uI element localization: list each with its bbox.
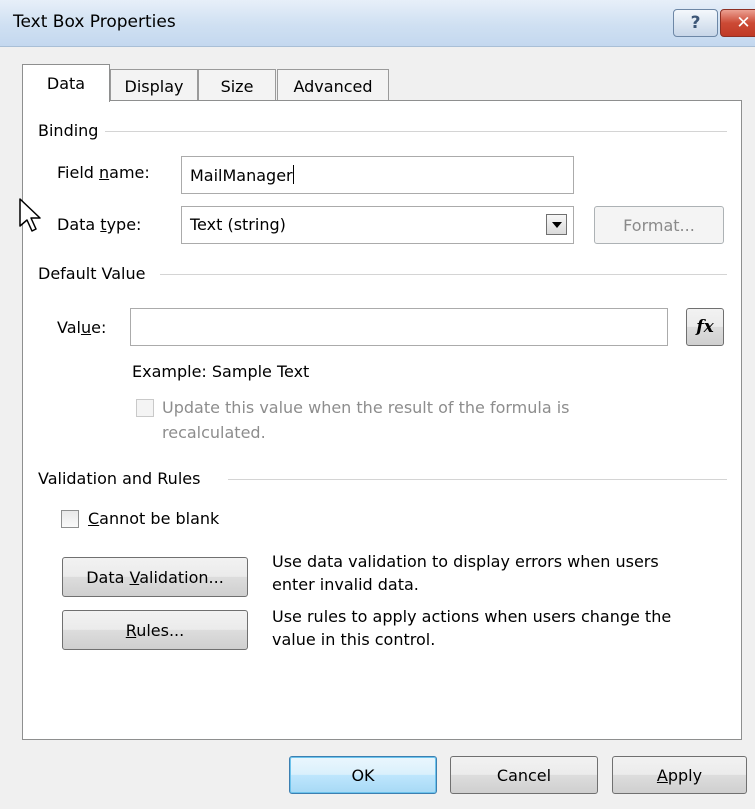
data-validation-button[interactable]: Data Validation...: [62, 557, 248, 597]
rules-button[interactable]: Rules...: [62, 610, 248, 650]
binding-divider: [105, 131, 727, 132]
close-button[interactable]: ✕: [720, 9, 755, 37]
value-label: Value:: [57, 318, 107, 337]
validation-group-title: Validation and Rules: [38, 469, 201, 488]
rules-description-line2: value in this control.: [272, 630, 436, 649]
update-value-label-line1: Update this value when the result of the…: [162, 398, 570, 417]
data-validation-button-label: Data Validation...: [86, 567, 224, 587]
tab-display-label: Display: [124, 76, 184, 96]
field-name-value: MailManager: [190, 166, 293, 185]
data-type-select[interactable]: Text (string): [181, 206, 574, 244]
data-type-label: Data type:: [57, 215, 142, 234]
fx-icon: fx: [696, 317, 714, 337]
ok-button-label: OK: [351, 765, 375, 785]
tab-display[interactable]: Display: [110, 69, 198, 102]
apply-button-label: Apply: [656, 765, 703, 785]
close-icon: ✕: [736, 13, 751, 33]
text-caret: [292, 165, 294, 184]
help-icon: ?: [690, 13, 701, 33]
tab-data[interactable]: Data: [22, 64, 110, 102]
cannot-be-blank-checkbox[interactable]: [61, 510, 79, 528]
update-value-checkbox[interactable]: [136, 399, 154, 417]
tab-size[interactable]: Size: [198, 69, 276, 102]
format-button[interactable]: Format...: [594, 206, 724, 244]
default-value-group-title: Default Value: [38, 264, 146, 283]
help-button[interactable]: ?: [673, 9, 718, 37]
field-name-label: Field name:: [57, 163, 150, 182]
data-validation-description-line1: Use data validation to display errors wh…: [272, 552, 659, 571]
tab-size-label: Size: [220, 76, 254, 96]
format-button-label: Format...: [623, 215, 695, 235]
data-validation-description-line2: enter invalid data.: [272, 575, 419, 594]
tab-advanced[interactable]: Advanced: [277, 69, 389, 102]
binding-group-title: Binding: [38, 121, 99, 140]
text-box-properties-dialog: Text Box Properties ? ✕ Data Display Siz…: [0, 0, 755, 809]
field-name-input[interactable]: MailManager: [181, 156, 574, 194]
tab-advanced-label: Advanced: [293, 76, 373, 96]
cancel-button[interactable]: Cancel: [450, 756, 598, 794]
data-type-value: Text (string): [190, 215, 286, 234]
window-title: Text Box Properties: [13, 12, 176, 32]
dropdown-arrow-icon[interactable]: [546, 214, 567, 235]
example-text: Example: Sample Text: [132, 362, 310, 381]
rules-description-line1: Use rules to apply actions when users ch…: [272, 607, 672, 626]
validation-divider: [228, 479, 727, 480]
apply-button[interactable]: Apply: [612, 756, 747, 794]
update-value-label-line2: recalculated.: [162, 423, 266, 442]
title-bar[interactable]: Text Box Properties ? ✕: [0, 0, 755, 47]
default-value-divider: [160, 274, 727, 275]
rules-button-label: Rules...: [125, 620, 185, 640]
cancel-button-label: Cancel: [496, 765, 552, 785]
formula-button[interactable]: fx: [686, 308, 724, 346]
value-input[interactable]: [130, 308, 668, 346]
tab-data-label: Data: [46, 74, 86, 93]
ok-button[interactable]: OK: [289, 756, 437, 794]
mouse-cursor-icon: [19, 198, 41, 232]
cannot-be-blank-label: Cannot be blank: [88, 509, 220, 528]
